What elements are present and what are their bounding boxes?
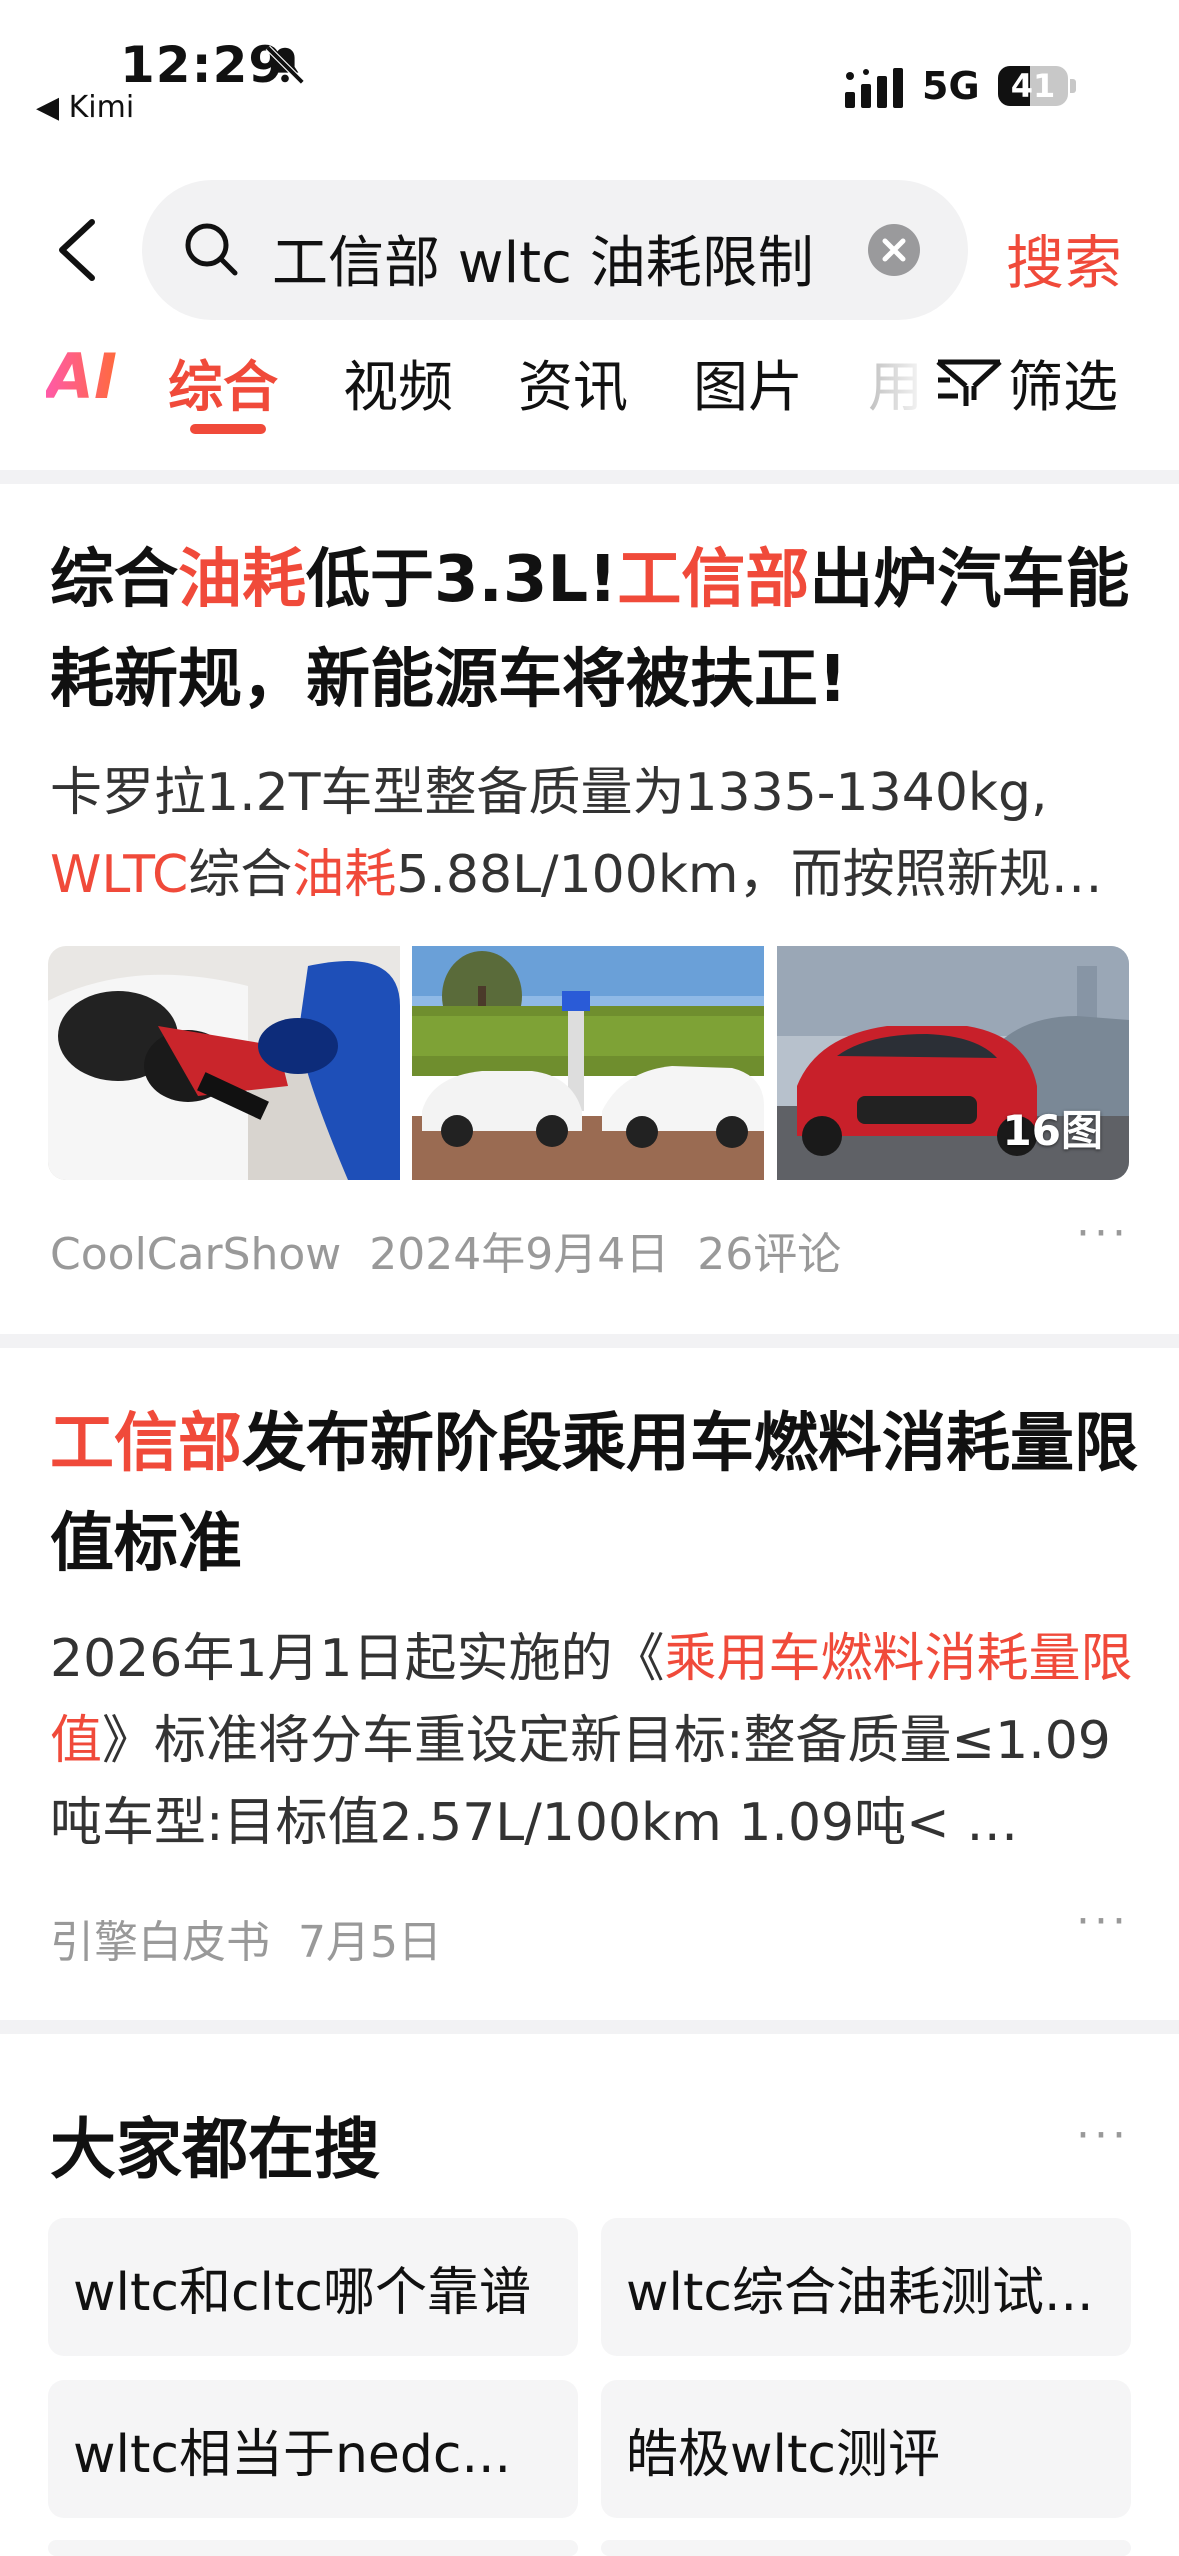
image-count-badge: 16图 bbox=[1002, 1106, 1103, 1155]
bell-muted-icon bbox=[265, 45, 305, 85]
filter-label: 筛选 bbox=[1008, 355, 1119, 419]
result-date: 2024年9月4日 bbox=[369, 1229, 670, 1280]
search-icon bbox=[185, 223, 238, 276]
hot-search-chip[interactable]: wltc和cltc哪个靠谱 bbox=[48, 2218, 578, 2356]
hot-search-chip-partial[interactable] bbox=[601, 2540, 1131, 2556]
result-summary[interactable]: 卡罗拉1.2T车型整备质量为1335-1340kg, WLTC综合油耗5.88L/… bbox=[50, 752, 1150, 916]
tab-ai[interactable]: AI bbox=[46, 340, 117, 413]
hot-search-title: 大家都在搜 bbox=[50, 2111, 380, 2188]
result-source: 引擎白皮书 bbox=[50, 1917, 270, 1968]
hot-search-more-icon[interactable]: ··· bbox=[1076, 2110, 1130, 2161]
back-arrow-icon[interactable] bbox=[52, 216, 104, 284]
filter-button[interactable]: 筛选 bbox=[932, 342, 1119, 422]
section-divider bbox=[0, 470, 1179, 484]
hot-search-chip[interactable]: 皓极wltc测评 bbox=[601, 2380, 1131, 2518]
battery-level: 41 bbox=[1010, 67, 1056, 105]
tab-comprehensive[interactable]: 综合 bbox=[168, 342, 278, 422]
tab-overflow-fade bbox=[862, 330, 932, 420]
result-image-ev-charging[interactable] bbox=[412, 946, 764, 1180]
result-image-toyota-sedan[interactable]: 16图 bbox=[777, 946, 1129, 1180]
search-button[interactable]: 搜索 bbox=[1006, 216, 1122, 300]
tab-news[interactable]: 资讯 bbox=[518, 342, 628, 422]
result-date: 7月5日 bbox=[297, 1917, 442, 1968]
section-divider bbox=[0, 2020, 1179, 2034]
result-meta: 引擎白皮书 7月5日 bbox=[50, 1906, 442, 1970]
clear-search-icon[interactable] bbox=[868, 224, 920, 276]
back-to-app-link[interactable]: ◀ Kimi bbox=[36, 90, 134, 125]
section-divider bbox=[0, 1334, 1179, 1348]
search-query-text[interactable]: 工信部 wltc 油耗限制 bbox=[272, 218, 814, 299]
result-comments: 26评论 bbox=[697, 1229, 842, 1280]
hot-search-chip[interactable]: wltc相当于nedc... bbox=[48, 2380, 578, 2518]
result-meta: CoolCarShow 2024年9月4日 26评论 bbox=[50, 1218, 841, 1282]
result-title[interactable]: 工信部发布新阶段乘用车燃料消耗量限值标准 bbox=[50, 1394, 1160, 1594]
status-time: 12:29 bbox=[120, 36, 285, 94]
cellular-signal-icon bbox=[845, 68, 903, 108]
result-summary[interactable]: 2026年1月1日起实施的《乘用车燃料消耗量限值》标准将分车重设定新目标:整备质… bbox=[50, 1618, 1150, 1864]
result-source: CoolCarShow bbox=[50, 1229, 342, 1280]
tab-images[interactable]: 图片 bbox=[693, 342, 803, 422]
hot-search-chip[interactable]: wltc综合油耗测试... bbox=[601, 2218, 1131, 2356]
network-type: 5G bbox=[922, 64, 980, 108]
more-options-icon[interactable]: ··· bbox=[1076, 1208, 1130, 1259]
result-title[interactable]: 综合油耗低于3.3L!工信部出炉汽车能耗新规，新能源车将被扶正! bbox=[50, 530, 1160, 730]
active-tab-indicator bbox=[190, 424, 266, 434]
hot-search-chip-partial[interactable] bbox=[48, 2540, 578, 2556]
result-image-fuel-nozzle[interactable] bbox=[48, 946, 400, 1180]
filter-icon bbox=[936, 359, 1002, 406]
battery-icon: 41 bbox=[998, 66, 1076, 106]
more-options-icon[interactable]: ··· bbox=[1076, 1896, 1130, 1947]
tab-video[interactable]: 视频 bbox=[343, 342, 453, 422]
